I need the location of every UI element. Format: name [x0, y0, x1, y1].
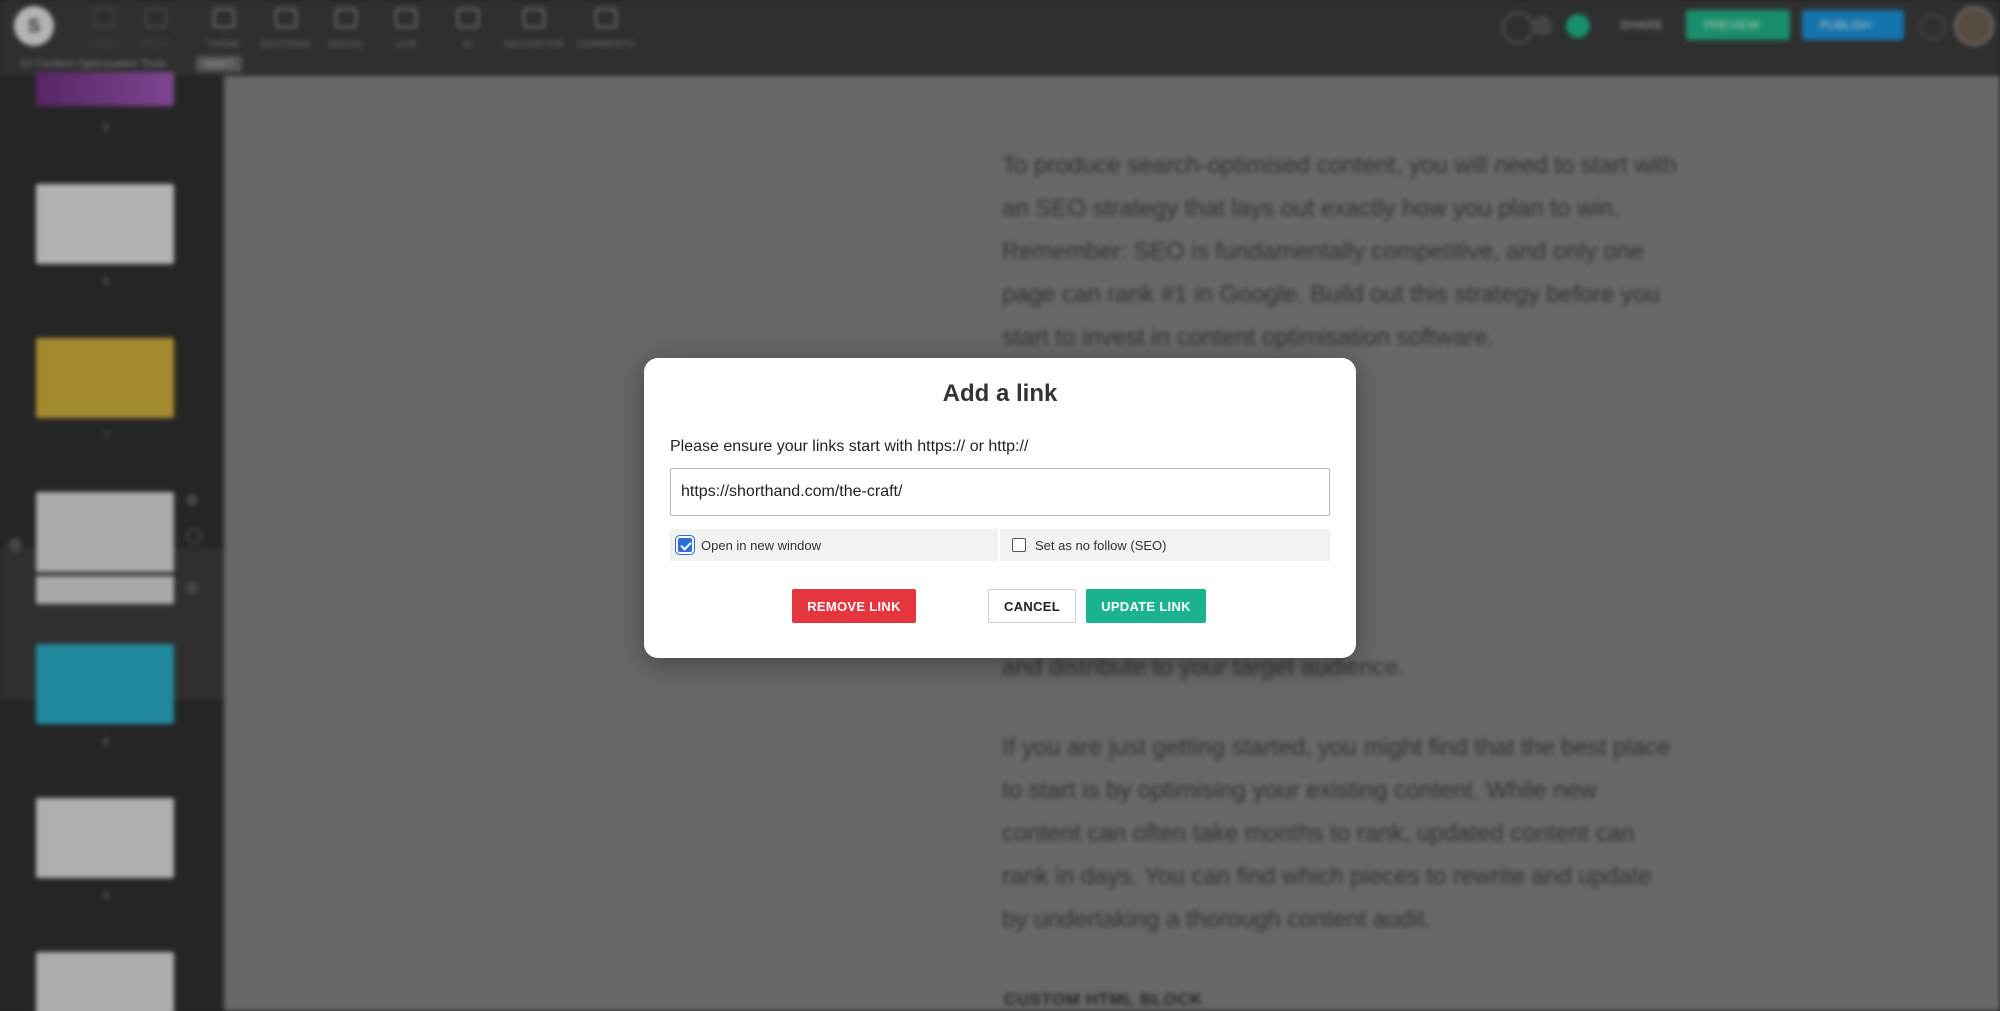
dialog-title: Add a link [942, 380, 1058, 407]
nofollow-checkbox[interactable] [1012, 538, 1026, 552]
update-link-button[interactable]: UPDATE LINK [1086, 589, 1206, 623]
open-new-window-option[interactable]: Open in new window [670, 529, 998, 561]
url-hint: Please ensure your links start with http… [670, 438, 1029, 455]
remove-link-button[interactable]: REMOVE LINK [792, 589, 916, 623]
url-input[interactable] [670, 468, 1330, 516]
nofollow-option[interactable]: Set as no follow (SEO) [1000, 529, 1330, 561]
cancel-button[interactable]: CANCEL [988, 589, 1076, 623]
open-new-window-label: Open in new window [701, 537, 821, 553]
open-new-window-checkbox[interactable] [678, 538, 692, 552]
nofollow-label: Set as no follow (SEO) [1035, 537, 1167, 553]
app-root: S UNDO REDO THEME SECTIONS SOCIAL LIVE A… [0, 0, 2000, 1011]
add-link-dialog: Add a link Please ensure your links star… [644, 358, 1356, 658]
